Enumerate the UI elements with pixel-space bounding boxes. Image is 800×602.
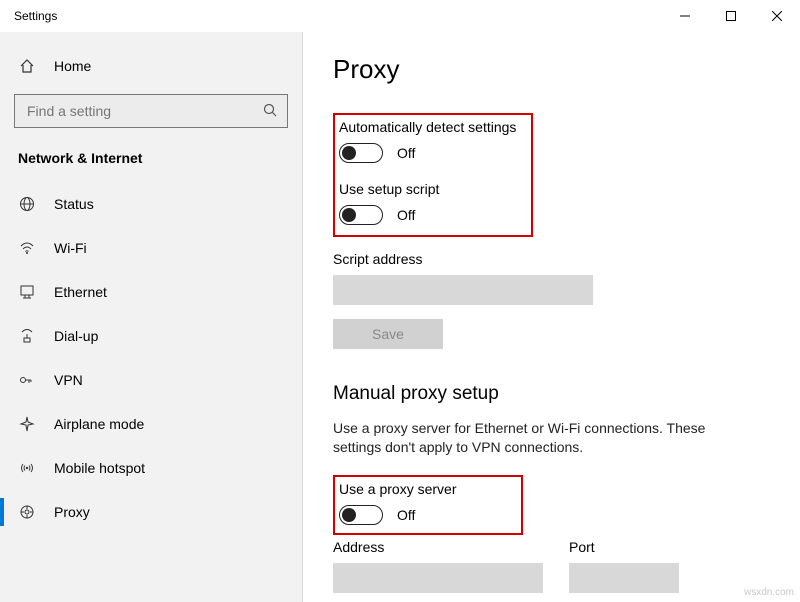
manual-setup-heading: Manual proxy setup bbox=[333, 383, 772, 405]
sidebar-item-dialup[interactable]: Dial-up bbox=[0, 314, 302, 358]
sidebar-item-wifi[interactable]: Wi-Fi bbox=[0, 226, 302, 270]
sidebar-home[interactable]: Home bbox=[0, 46, 302, 86]
home-icon bbox=[18, 57, 36, 75]
sidebar-item-label: Wi-Fi bbox=[54, 240, 87, 256]
sidebar-category: Network & Internet bbox=[0, 140, 302, 182]
highlight-box-auto: Automatically detect settings Off Use se… bbox=[333, 113, 533, 237]
setup-script-label: Use setup script bbox=[339, 181, 521, 197]
page-title: Proxy bbox=[333, 54, 772, 85]
proxy-icon bbox=[18, 503, 36, 521]
search-input[interactable] bbox=[25, 102, 263, 120]
sidebar-item-proxy[interactable]: Proxy bbox=[0, 490, 302, 534]
use-proxy-state: Off bbox=[397, 507, 415, 523]
script-address-input[interactable] bbox=[333, 275, 593, 305]
sidebar-item-vpn[interactable]: VPN bbox=[0, 358, 302, 402]
sidebar-item-label: Ethernet bbox=[54, 284, 107, 300]
sidebar-item-label: Dial-up bbox=[54, 328, 98, 344]
sidebar-item-label: VPN bbox=[54, 372, 83, 388]
use-proxy-toggle[interactable] bbox=[339, 505, 383, 525]
sidebar-item-status[interactable]: Status bbox=[0, 182, 302, 226]
search-box[interactable] bbox=[14, 94, 288, 128]
script-address-label: Script address bbox=[333, 251, 772, 267]
minimize-icon bbox=[680, 11, 690, 21]
vpn-icon bbox=[18, 371, 36, 389]
sidebar: Home Network & Internet Status Wi-Fi E bbox=[0, 32, 303, 602]
use-proxy-label: Use a proxy server bbox=[339, 481, 511, 497]
setup-script-toggle[interactable] bbox=[339, 205, 383, 225]
highlight-box-proxy: Use a proxy server Off bbox=[333, 475, 523, 535]
toggle-knob bbox=[342, 508, 356, 522]
watermark: wsxdn.com bbox=[744, 587, 794, 598]
port-label: Port bbox=[569, 539, 679, 555]
toggle-knob bbox=[342, 208, 356, 222]
sidebar-home-label: Home bbox=[54, 58, 91, 74]
close-icon bbox=[772, 11, 782, 21]
minimize-button[interactable] bbox=[662, 0, 708, 32]
ethernet-icon bbox=[18, 283, 36, 301]
sidebar-item-label: Proxy bbox=[54, 504, 90, 520]
toggle-knob bbox=[342, 146, 356, 160]
port-input[interactable] bbox=[569, 563, 679, 593]
hotspot-icon bbox=[18, 459, 36, 477]
airplane-icon bbox=[18, 415, 36, 433]
save-button[interactable]: Save bbox=[333, 319, 443, 349]
auto-detect-toggle[interactable] bbox=[339, 143, 383, 163]
globe-icon bbox=[18, 195, 36, 213]
dialup-icon bbox=[18, 327, 36, 345]
sidebar-item-label: Airplane mode bbox=[54, 416, 144, 432]
manual-setup-hint: Use a proxy server for Ethernet or Wi-Fi… bbox=[333, 419, 743, 457]
address-label: Address bbox=[333, 539, 543, 555]
sidebar-item-label: Status bbox=[54, 196, 94, 212]
wifi-icon bbox=[18, 239, 36, 257]
search-icon bbox=[263, 103, 277, 120]
address-input[interactable] bbox=[333, 563, 543, 593]
auto-detect-state: Off bbox=[397, 145, 415, 161]
sidebar-item-hotspot[interactable]: Mobile hotspot bbox=[0, 446, 302, 490]
close-button[interactable] bbox=[754, 0, 800, 32]
maximize-button[interactable] bbox=[708, 0, 754, 32]
sidebar-item-airplane[interactable]: Airplane mode bbox=[0, 402, 302, 446]
auto-detect-label: Automatically detect settings bbox=[339, 119, 521, 135]
sidebar-item-label: Mobile hotspot bbox=[54, 460, 145, 476]
main: Home Network & Internet Status Wi-Fi E bbox=[0, 32, 800, 602]
maximize-icon bbox=[726, 11, 736, 21]
sidebar-item-ethernet[interactable]: Ethernet bbox=[0, 270, 302, 314]
window-controls bbox=[662, 0, 800, 32]
setup-script-state: Off bbox=[397, 207, 415, 223]
window-title: Settings bbox=[14, 9, 57, 23]
content: Proxy Automatically detect settings Off … bbox=[303, 32, 800, 602]
titlebar: Settings bbox=[0, 0, 800, 32]
